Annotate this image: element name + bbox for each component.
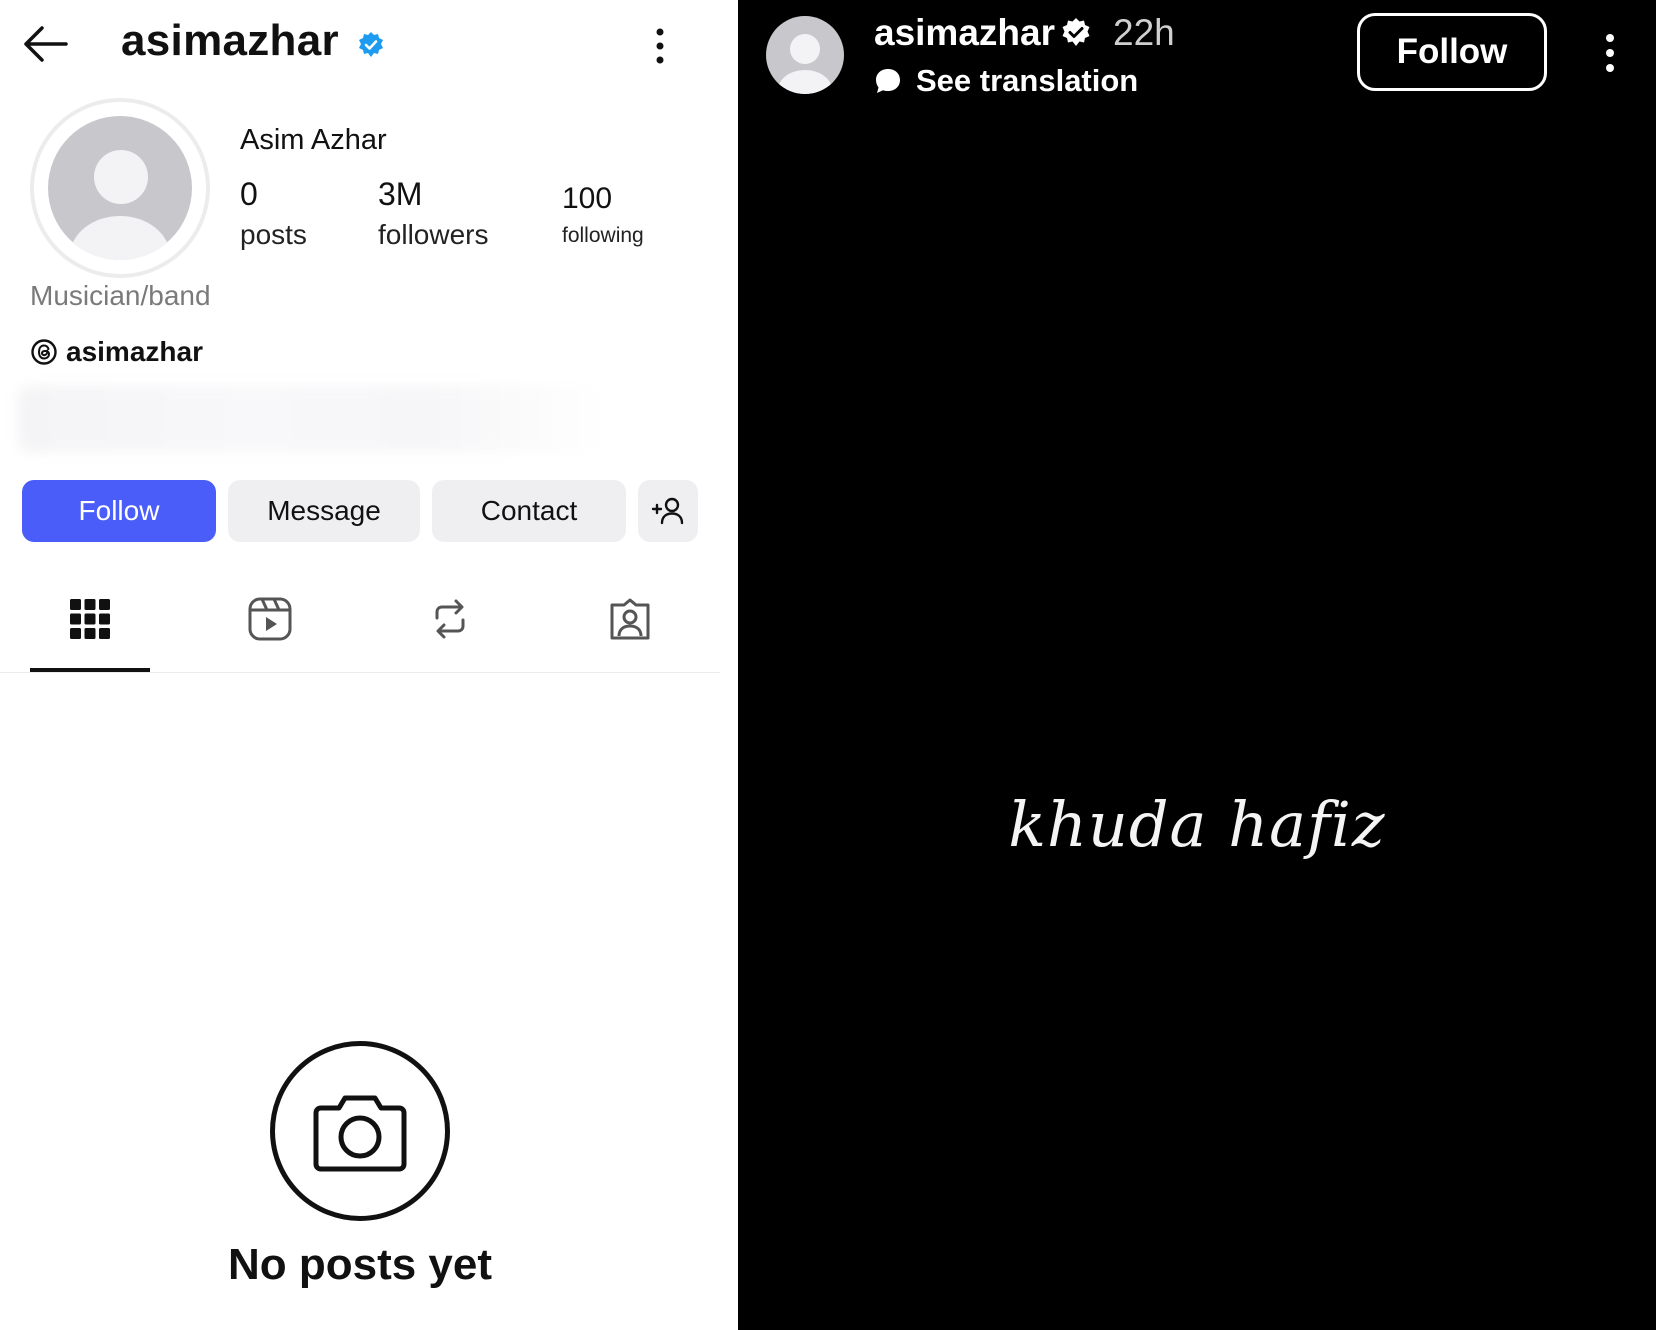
empty-state-camera bbox=[270, 1041, 450, 1221]
threads-link[interactable]: asimazhar bbox=[30, 334, 203, 370]
tagged-icon bbox=[610, 598, 650, 640]
message-button[interactable]: Message bbox=[228, 480, 420, 542]
posts-count: 0 bbox=[240, 176, 258, 212]
profile-full-name: Asim Azhar bbox=[240, 124, 387, 156]
tab-posts-grid[interactable] bbox=[30, 596, 150, 674]
camera-icon bbox=[313, 1095, 407, 1172]
verified-badge-icon bbox=[1060, 17, 1092, 49]
see-translation-link[interactable]: See translation bbox=[874, 61, 1138, 101]
story-follow-button[interactable]: Follow bbox=[1357, 13, 1547, 91]
suggested-users-button[interactable] bbox=[638, 480, 698, 542]
more-options-icon[interactable] bbox=[1600, 30, 1620, 76]
reposts-icon bbox=[435, 599, 465, 639]
profile-handle-title: asimazhar bbox=[121, 16, 339, 65]
reels-icon bbox=[248, 597, 292, 641]
profile-screen: asimazhar Asim Azhar 0 posts 3M follower… bbox=[0, 0, 738, 1330]
back-arrow-icon[interactable] bbox=[22, 24, 68, 64]
empty-state-message: No posts yet bbox=[227, 1240, 493, 1289]
contact-button[interactable]: Contact bbox=[432, 480, 626, 542]
story-avatar[interactable] bbox=[766, 16, 844, 94]
grid-icon bbox=[70, 599, 110, 639]
profile-avatar[interactable] bbox=[30, 98, 210, 278]
verified-badge-icon bbox=[357, 31, 385, 59]
default-avatar-icon bbox=[48, 116, 192, 260]
followers-count[interactable]: 3M bbox=[378, 176, 422, 213]
story-viewer: asimazhar 22h See translation Follow khu… bbox=[738, 0, 1656, 1330]
see-translation-label: See translation bbox=[916, 63, 1139, 98]
following-label[interactable]: following bbox=[562, 224, 644, 248]
story-handle[interactable]: asimazhar bbox=[874, 12, 1055, 54]
more-options-icon[interactable] bbox=[648, 24, 672, 68]
tab-divider bbox=[0, 672, 720, 673]
profile-category: Musician/band bbox=[30, 280, 211, 311]
tab-reels[interactable] bbox=[210, 596, 330, 674]
posts-label: posts bbox=[240, 219, 307, 250]
threads-handle: asimazhar bbox=[66, 336, 203, 367]
story-timestamp: 22h bbox=[1113, 12, 1175, 53]
follow-button[interactable]: Follow bbox=[22, 480, 216, 542]
story-caption: khuda hafiz bbox=[1008, 788, 1386, 861]
tab-tagged[interactable] bbox=[570, 596, 690, 674]
followers-label[interactable]: followers bbox=[378, 219, 488, 251]
speech-bubble-icon bbox=[876, 69, 900, 93]
following-count[interactable]: 100 bbox=[562, 182, 612, 216]
blurred-bio bbox=[18, 386, 608, 452]
threads-icon bbox=[31, 339, 57, 365]
tab-reposts[interactable] bbox=[390, 596, 510, 674]
add-user-icon bbox=[651, 497, 684, 525]
